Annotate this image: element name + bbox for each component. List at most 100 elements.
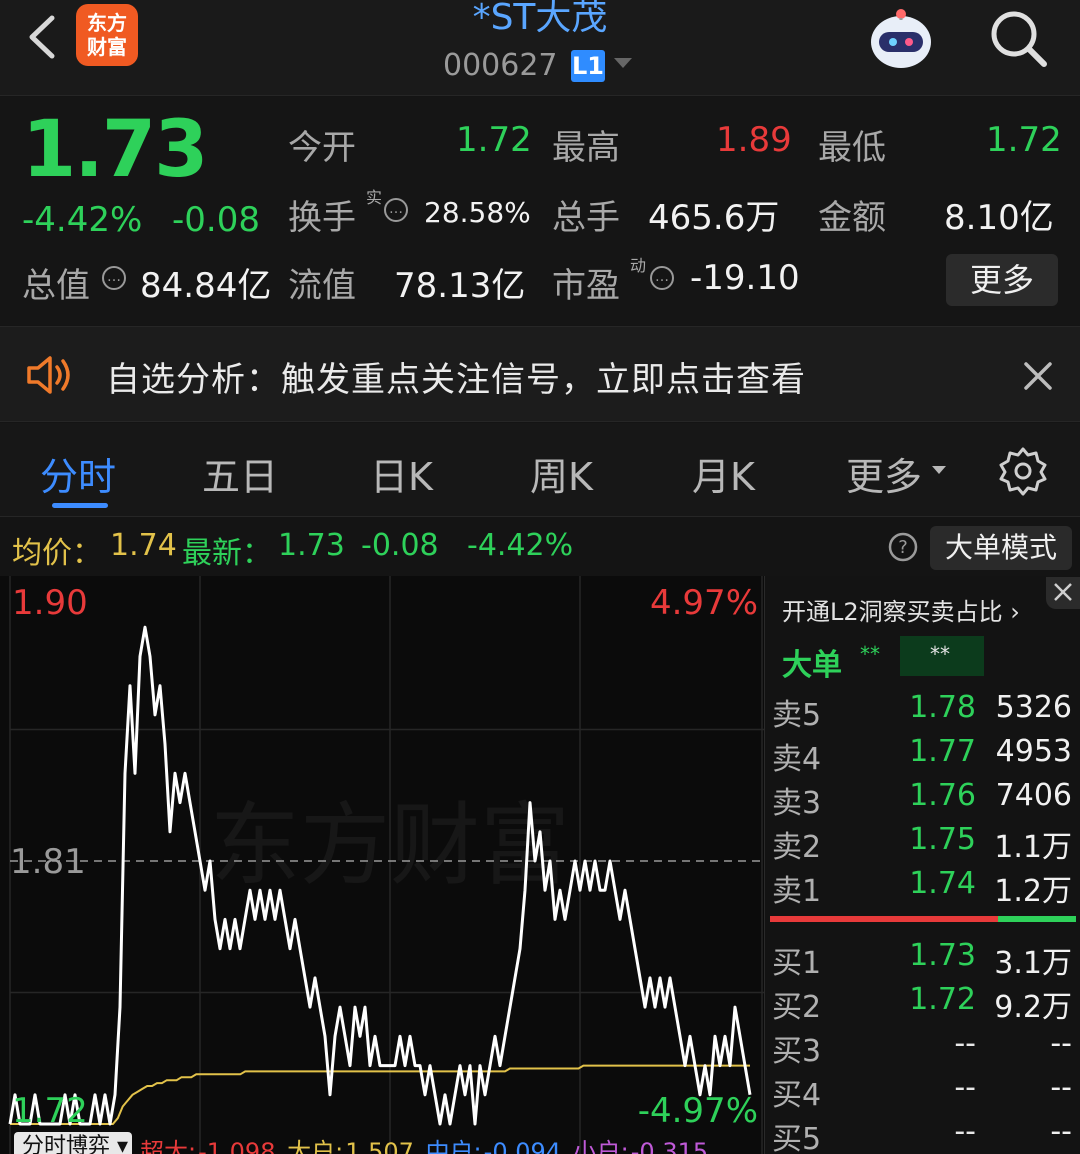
change-percent: -4.42% — [22, 200, 143, 240]
row-price: 1.72 — [909, 982, 976, 1017]
flow-large: 大户:1.507 — [287, 1138, 414, 1154]
row-name: 卖3 — [772, 786, 822, 821]
game-selector-label: 分时博弈 — [22, 1134, 111, 1154]
row-name: 买2 — [772, 990, 822, 1025]
row-price: 1.75 — [909, 822, 976, 857]
row-volume: 7406 — [995, 778, 1072, 813]
row-volume: 1.2万 — [994, 874, 1072, 909]
buy-row-2: 买2 1.72 9.2万 — [772, 982, 1076, 1026]
last-price: 1.73 — [22, 105, 208, 195]
row-volume: 4953 — [995, 734, 1072, 769]
tab-monthly-k[interactable]: 月K — [692, 446, 755, 501]
row-price: 1.74 — [909, 866, 976, 901]
mktcap-label: 总值 — [22, 266, 90, 306]
low-label: 最低 — [818, 128, 886, 168]
big-order-value-1: ** — [860, 642, 880, 666]
tab-intraday[interactable]: 分时 — [40, 446, 116, 501]
volume-value: 465.6万 — [648, 198, 780, 238]
row-price: -- — [954, 1114, 976, 1149]
sell-row-2: 卖2 1.75 1.1万 — [772, 822, 1076, 866]
sell-row-4: 卖4 1.77 4953 — [772, 734, 1076, 778]
tab-weekly-k[interactable]: 周K — [530, 446, 593, 501]
sell-row-3: 卖3 1.76 7406 — [772, 778, 1076, 822]
game-selector[interactable]: 分时博弈 ▾ — [14, 1132, 132, 1154]
search-icon[interactable] — [984, 4, 1050, 70]
y-label-bottom: 1.72 — [12, 1091, 88, 1131]
latest-value: 1.73 — [278, 528, 345, 563]
robot-assistant-icon[interactable] — [862, 6, 940, 72]
pe-value: -19.10 — [690, 258, 800, 298]
high-label: 最高 — [552, 128, 620, 168]
flow-super-large: 超大:-1.098 — [140, 1138, 276, 1154]
y-label-bottom-percent: -4.97% — [638, 1091, 758, 1131]
row-volume: 3.1万 — [994, 946, 1072, 981]
row-price: -- — [954, 1070, 976, 1105]
turnover-label: 换手 — [288, 198, 356, 238]
y-label-top-percent: 4.97% — [650, 583, 758, 623]
avg-price-label: 均价： — [12, 536, 102, 571]
close-icon[interactable] — [1046, 577, 1080, 609]
back-arrow-icon[interactable] — [22, 12, 62, 62]
level-dropdown-icon[interactable] — [614, 58, 632, 68]
help-icon[interactable]: ? — [888, 532, 918, 562]
buy-row-1: 买1 1.73 3.1万 — [772, 938, 1076, 982]
notice-text[interactable]: 自选分析：触发重点关注信号，立即点击查看 — [106, 352, 806, 401]
row-name: 卖1 — [772, 874, 822, 909]
row-volume: 5326 — [995, 690, 1072, 725]
close-icon[interactable] — [1020, 358, 1056, 394]
stock-name: *ST大茂 — [472, 0, 608, 38]
big-order-mode-button[interactable]: 大单模式 — [930, 526, 1072, 570]
turnover-value: 28.58% — [424, 196, 531, 229]
row-volume: -- — [1050, 1114, 1072, 1149]
row-price: -- — [954, 1026, 976, 1061]
row-volume: -- — [1050, 1070, 1072, 1105]
low-value: 1.72 — [986, 120, 1062, 160]
open-value: 1.72 — [456, 120, 532, 160]
chevron-down-icon: ▾ — [117, 1134, 129, 1154]
l2-upgrade-link[interactable]: 开通L2洞察买卖占比 › — [782, 592, 1020, 627]
logo-text-1: 东方 — [87, 11, 127, 35]
row-name: 买4 — [772, 1078, 822, 1113]
level-badge[interactable]: L1 — [571, 50, 605, 82]
row-name: 买5 — [772, 1122, 822, 1154]
app-logo[interactable]: 东方 财富 — [76, 4, 138, 66]
volume-label: 总手 — [552, 198, 620, 238]
avg-price-value: 1.74 — [110, 528, 177, 563]
row-name: 卖5 — [772, 698, 822, 733]
row-price: 1.76 — [909, 778, 976, 813]
sell-row-5: 卖5 1.78 5326 — [772, 690, 1076, 734]
tab-five-day[interactable]: 五日 — [202, 446, 278, 501]
big-order-label: 大单 — [782, 648, 842, 683]
gear-icon[interactable] — [998, 446, 1048, 496]
turnover-sup: 实 — [366, 188, 383, 207]
change-amount: -0.08 — [172, 200, 260, 240]
turnover-info-icon[interactable]: … — [384, 198, 408, 222]
row-volume: 1.1万 — [994, 830, 1072, 865]
speaker-icon — [27, 356, 70, 394]
flow-small: 小户:-0.315 — [572, 1138, 709, 1154]
chevron-right-icon: › — [1010, 598, 1020, 626]
stock-code: 000627 — [443, 48, 558, 83]
intraday-chart[interactable]: 东方财富 1.90 1.81 1.72 4.97% -4.97% — [0, 576, 764, 1154]
amount-value: 8.10亿 — [944, 198, 1054, 238]
chevron-down-icon[interactable] — [932, 466, 946, 474]
row-name: 买1 — [772, 946, 822, 981]
row-name: 卖2 — [772, 830, 822, 865]
more-quote-button[interactable]: 更多 — [946, 254, 1058, 306]
pe-sup: 动 — [630, 256, 647, 275]
svg-text:?: ? — [898, 537, 908, 558]
row-price: 1.77 — [909, 734, 976, 769]
tab-more[interactable]: 更多 — [846, 446, 922, 501]
row-volume: 9.2万 — [994, 990, 1072, 1025]
pe-info-icon[interactable]: … — [650, 266, 674, 290]
amount-label: 金额 — [818, 198, 886, 238]
mktcap-value: 84.84亿 — [140, 266, 272, 306]
buy-ratio-bar — [998, 916, 1076, 922]
mktcap-info-icon[interactable]: … — [102, 266, 126, 290]
tab-daily-k[interactable]: 日K — [370, 446, 433, 501]
row-name: 卖4 — [772, 742, 822, 777]
float-label: 流值 — [288, 266, 356, 306]
row-volume: -- — [1050, 1026, 1072, 1061]
buy-row-3: 买3 -- -- — [772, 1026, 1076, 1070]
fund-flow-line: 超大:-1.098 大户:1.507 中户:-0.094 小户:-0.315 — [140, 1132, 712, 1154]
